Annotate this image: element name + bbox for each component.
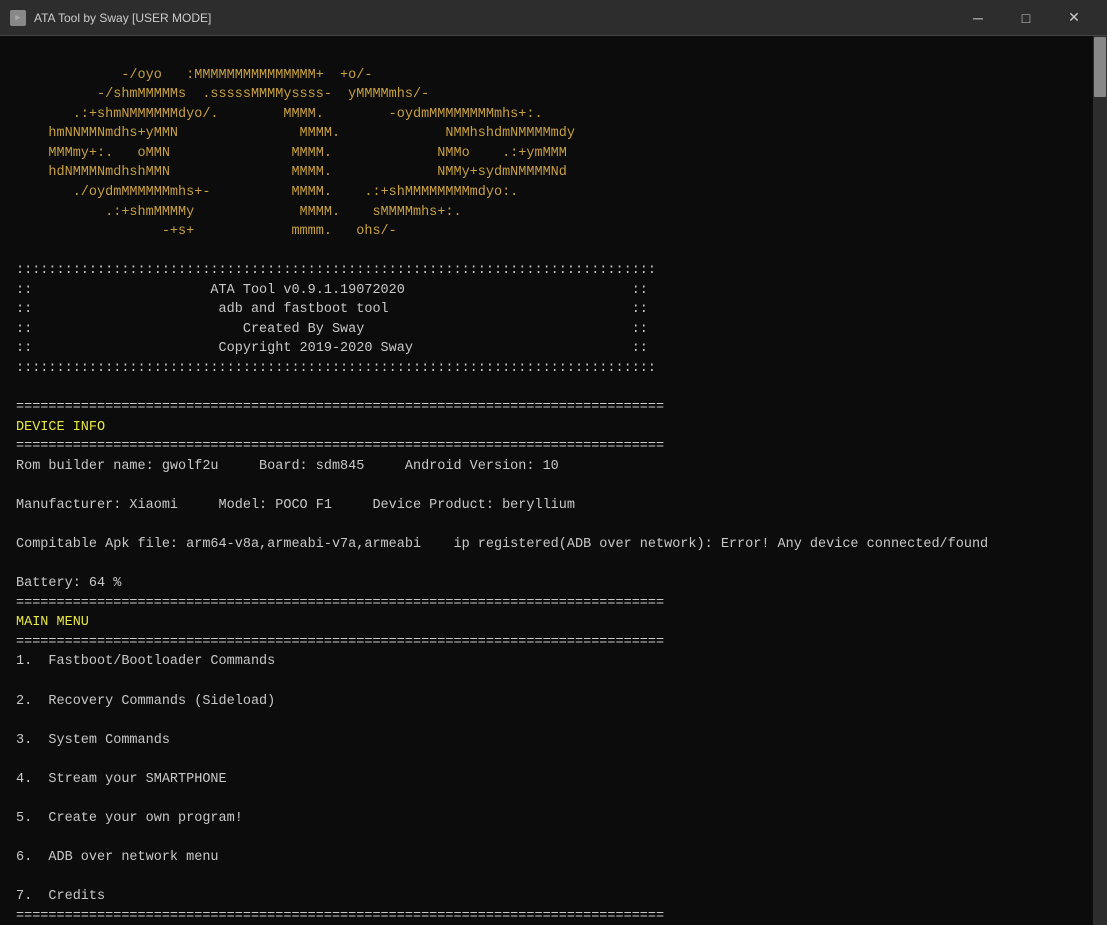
separator3: ========================================… — [16, 596, 664, 611]
title-bar-left: ▶ ATA Tool by Sway [USER MODE] — [10, 10, 211, 26]
terminal-wrapper: -/oyo :MMMMMMMMMMMMMMM+ +o/- -/shmMMMMMs… — [0, 36, 1107, 925]
menu-item-4: 4. Stream your SMARTPHONE — [16, 772, 227, 787]
device-info-line1: Rom builder name: gwolf2u Board: sdm845 … — [16, 459, 559, 474]
menu-item-5: 5. Create your own program! — [16, 811, 243, 826]
separator2: ========================================… — [16, 439, 664, 454]
terminal-output[interactable]: -/oyo :MMMMMMMMMMMMMMM+ +o/- -/shmMMMMMs… — [0, 36, 1093, 925]
menu-item-1: 1. Fastboot/Bootloader Commands — [16, 654, 275, 669]
close-button[interactable]: ✕ — [1051, 3, 1097, 33]
box-border-top: ::::::::::::::::::::::::::::::::::::::::… — [16, 263, 656, 278]
device-info-header: DEVICE INFO — [16, 420, 105, 435]
scrollbar[interactable] — [1093, 36, 1107, 925]
window-title: ATA Tool by Sway [USER MODE] — [34, 11, 211, 25]
menu-item-7: 7. Credits — [16, 889, 105, 904]
menu-item-3: 3. System Commands — [16, 733, 170, 748]
device-info-line2: Manufacturer: Xiaomi Model: POCO F1 Devi… — [16, 498, 575, 513]
separator5: ========================================… — [16, 909, 664, 924]
separator4: ========================================… — [16, 635, 664, 650]
box-border-bottom: ::::::::::::::::::::::::::::::::::::::::… — [16, 361, 656, 376]
scrollbar-thumb[interactable] — [1094, 37, 1106, 97]
box-line4: :: Copyright 2019-2020 Sway :: — [16, 341, 648, 356]
window-controls: ─ □ ✕ — [955, 3, 1097, 33]
menu-item-6: 6. ADB over network menu — [16, 850, 219, 865]
main-menu-header: MAIN MENU — [16, 615, 89, 630]
box-line2: :: adb and fastboot tool :: — [16, 302, 648, 317]
app-icon: ▶ — [10, 10, 26, 26]
box-line3: :: Created By Sway :: — [16, 322, 648, 337]
menu-item-2: 2. Recovery Commands (Sideload) — [16, 694, 275, 709]
title-bar: ▶ ATA Tool by Sway [USER MODE] ─ □ ✕ — [0, 0, 1107, 36]
separator1: ========================================… — [16, 400, 664, 415]
box-line1: :: ATA Tool v0.9.1.19072020 :: — [16, 283, 648, 298]
ascii-art-line1: -/oyo :MMMMMMMMMMMMMMM+ +o/- -/shmMMMMMs… — [16, 68, 575, 240]
minimize-button[interactable]: ─ — [955, 3, 1001, 33]
device-info-line3: Compitable Apk file: arm64-v8a,armeabi-v… — [16, 537, 988, 552]
battery-info: Battery: 64 % — [16, 576, 121, 591]
maximize-button[interactable]: □ — [1003, 3, 1049, 33]
